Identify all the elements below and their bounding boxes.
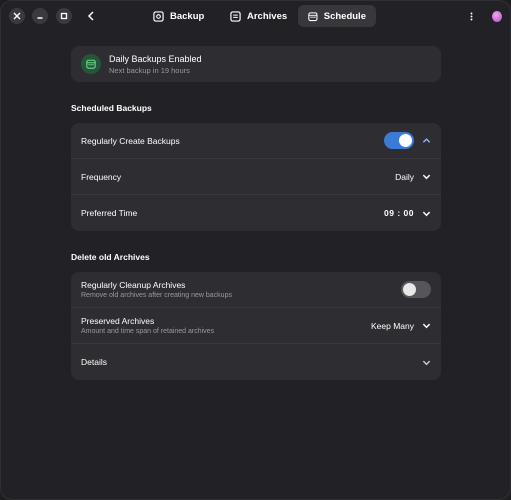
row-label: Preferred Time [81, 208, 138, 218]
app-window: Backup Archives Schedule Daily Backups E… [0, 0, 511, 500]
kebab-menu-icon [470, 12, 472, 20]
row-regularly-create-backups[interactable]: Regularly Create Backups [71, 123, 441, 159]
row-preferred-time[interactable]: Preferred Time 09 : 00 [71, 195, 441, 231]
status-subtitle: Next backup in 19 hours [109, 65, 190, 75]
row-regularly-cleanup[interactable]: Regularly Cleanup Archives Remove old ar… [71, 272, 441, 308]
row-label: Regularly Cleanup Archives [81, 280, 186, 290]
maximize-button[interactable] [56, 8, 72, 24]
main-menu-button[interactable] [466, 9, 476, 23]
tab-label: Archives [247, 10, 288, 22]
header-bar: Backup Archives Schedule [1, 1, 510, 31]
close-button[interactable] [9, 8, 25, 24]
profile-avatar[interactable] [492, 11, 502, 22]
calendar-check-icon [86, 59, 96, 69]
row-label: Regularly Create Backups [81, 135, 180, 146]
tab-label: Schedule [323, 10, 366, 22]
section-title-scheduled: Scheduled Backups [71, 103, 152, 113]
calendar-icon [308, 11, 318, 21]
row-frequency[interactable]: Frequency Daily [71, 159, 441, 195]
chevron-down-icon [422, 323, 431, 329]
chevron-up-icon[interactable] [422, 136, 431, 145]
cleanup-archives-toggle[interactable] [401, 281, 431, 298]
preferred-time-value: 09 : 00 [384, 208, 414, 218]
section-title-delete: Delete old Archives [71, 252, 150, 262]
row-label: Preserved Archives [81, 316, 155, 326]
status-title: Daily Backups Enabled [109, 53, 202, 64]
create-backups-toggle[interactable] [384, 132, 414, 149]
tab-backup[interactable]: Backup [143, 5, 214, 27]
tab-archives[interactable]: Archives [220, 5, 297, 27]
back-button[interactable] [84, 9, 98, 23]
status-icon-badge [81, 54, 101, 74]
archives-icon [230, 10, 241, 22]
scheduled-backups-card: Regularly Create Backups Frequency Daily… [71, 123, 441, 231]
row-label: Details [81, 357, 107, 367]
minimize-button[interactable] [32, 8, 48, 24]
minimize-icon [37, 17, 43, 19]
delete-archives-card: Regularly Cleanup Archives Remove old ar… [71, 272, 441, 380]
row-sublabel: Amount and time span of retained archive… [81, 328, 215, 335]
chevron-down-icon [422, 174, 431, 180]
status-card: Daily Backups Enabled Next backup in 19 … [71, 46, 441, 82]
maximize-icon [60, 12, 68, 20]
chevron-left-icon [87, 11, 94, 21]
backup-icon [153, 10, 164, 22]
row-sublabel: Remove old archives after creating new b… [81, 292, 232, 299]
frequency-value: Daily [395, 171, 414, 182]
row-preserved-archives[interactable]: Preserved Archives Amount and time span … [71, 308, 441, 344]
row-label: Frequency [81, 171, 122, 182]
toggle-knob [403, 283, 416, 296]
toggle-knob [399, 134, 412, 147]
row-details[interactable]: Details [71, 344, 441, 380]
tab-label: Backup [170, 10, 205, 22]
chevron-down-icon [422, 211, 431, 216]
tab-schedule[interactable]: Schedule [298, 5, 376, 27]
close-icon [13, 12, 21, 20]
preserved-archives-value: Keep Many [371, 320, 414, 331]
chevron-down-icon [422, 360, 431, 365]
